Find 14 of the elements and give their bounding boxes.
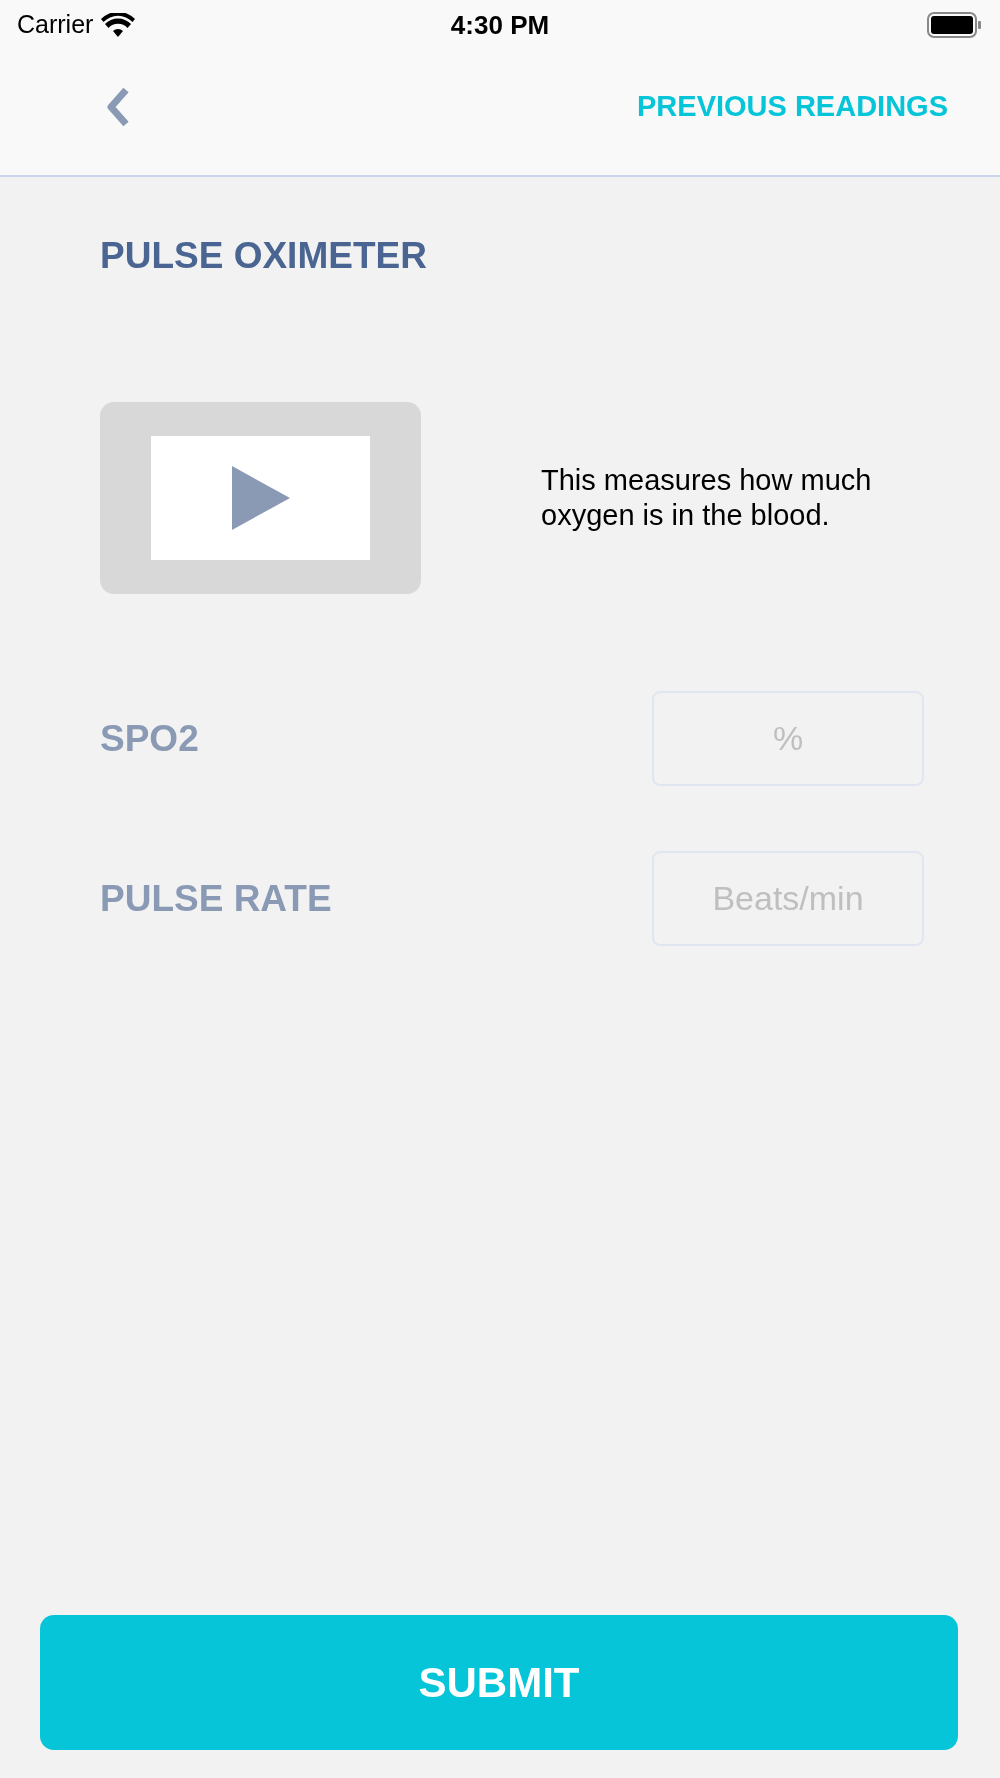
video-player[interactable] — [100, 402, 421, 594]
submit-button[interactable]: SUBMIT — [40, 1615, 958, 1750]
battery-icon — [927, 12, 983, 38]
carrier-name: Carrier — [17, 9, 94, 41]
field-label: SPO2 — [100, 716, 199, 761]
field-label: PULSE RATE — [100, 876, 332, 921]
wifi-icon — [101, 12, 136, 38]
back-chevron-icon — [105, 85, 131, 128]
description-text: This measures how much oxygen is in the blood. — [541, 463, 873, 533]
status-time: 4:30 PM — [450, 8, 550, 42]
previous-readings-link[interactable]: PREVIOUS READINGS — [637, 84, 948, 129]
page-title: PULSE OXIMETER — [100, 237, 428, 274]
input-field[interactable]: % — [652, 691, 924, 786]
play-icon — [231, 466, 290, 530]
